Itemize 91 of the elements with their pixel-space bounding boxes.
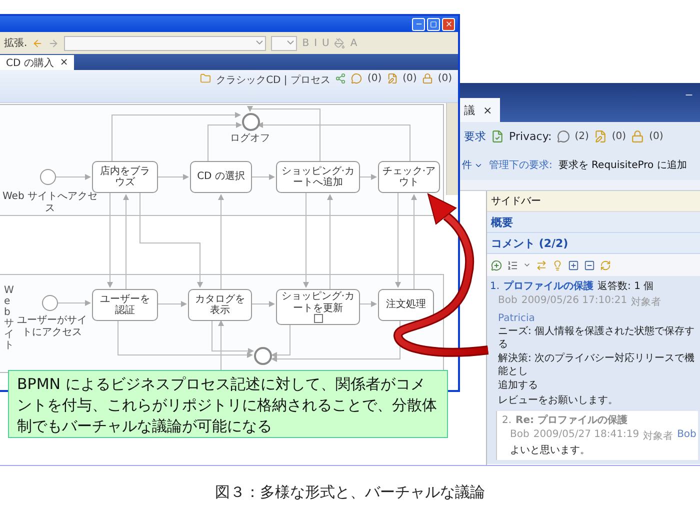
speech-bubble-icon[interactable] — [351, 73, 362, 84]
caret-icon[interactable] — [523, 261, 531, 269]
refresh-icon[interactable] — [600, 260, 611, 270]
paint-bucket-icon[interactable] — [334, 38, 346, 48]
close-icon — [444, 20, 452, 28]
maximize-button[interactable] — [427, 18, 440, 30]
flow-arrow — [158, 174, 189, 180]
lock-icon[interactable] — [422, 73, 433, 84]
add-comment-icon[interactable] — [491, 260, 502, 270]
process-label: クラシックCD | プロセス — [216, 74, 330, 87]
collapse-icon[interactable] — [584, 260, 595, 270]
flow-arrow — [360, 301, 377, 307]
lightbulb-icon[interactable] — [552, 260, 563, 270]
flow-arrow — [252, 301, 275, 307]
task-label: ショッピング·カートへ追加 — [280, 166, 356, 188]
font-dropdown[interactable] — [64, 36, 266, 50]
figure-caption: 図３：多様な形式と、バーチャルな議論 — [215, 483, 485, 502]
event-label: Web サイトへアクセス — [2, 191, 98, 214]
tab-label: 議 — [464, 102, 475, 118]
count-label: (0) — [402, 73, 417, 84]
comment-date: 2009/05/27 18:41:19 — [533, 429, 640, 442]
forward-arrow-icon[interactable] — [48, 38, 60, 48]
task-label: ユーザーを認証 — [99, 294, 151, 316]
size-dropdown[interactable] — [271, 36, 298, 50]
add-requirement-link[interactable]: 要求を RequisitePro に追加 — [558, 158, 687, 172]
list-icon[interactable] — [507, 260, 518, 270]
task-label: 注文処理 — [386, 299, 426, 311]
flow-arrow — [56, 174, 91, 180]
flow-arrow — [252, 174, 275, 180]
target-user-link[interactable]: Bob — [677, 429, 696, 443]
back-arrow-icon[interactable] — [32, 38, 44, 48]
count-label: (0) — [612, 130, 626, 142]
comment-text: ニーズ: 個人情報を保護された状態で保存する — [497, 326, 696, 351]
comment[interactable]: 2. Re: プロファイルの保護 Bob 2009/05/27 18:41:19 対象者 Bob よいと思います。 — [496, 411, 698, 460]
comment-date: 2009/05/26 17:10:21 — [521, 295, 628, 308]
comment-number: 2. — [502, 415, 512, 426]
comment-text: レビューをお願いします。 — [497, 394, 619, 407]
task-label: カタログを表示 — [194, 294, 246, 316]
document-check-icon[interactable] — [491, 130, 504, 142]
comment-text: 追加する — [497, 380, 539, 392]
tab-close-button[interactable]: × — [483, 104, 492, 116]
sidebar-title: サイドバー — [487, 191, 700, 212]
comment-text: 解決策: 次のプライバシー対応リリースで機能とし — [497, 353, 696, 378]
count-label: (2) — [574, 130, 589, 142]
lock-icon[interactable] — [631, 130, 644, 142]
callout-text: BPMN によるビジネスプロセス記述に対して、関係者がコメントを付与、これらがリポジトリに格納されることで、分散体制でもバーチャルな議論が可能になる — [8, 370, 448, 438]
comment[interactable]: 1. プロファイルの保護 返答数: 1 個 Bob 2009/05/26 17:10:21 対象者 Patricia ニーズ: 個人情報を保護された状態で保存する 解決策: 次のプライバシー対応リリースで機能とし 追加する レビューをお願いします。 2. Re: プロファイルの保護 Bob 2009/05/27 18:41:19 対象者 Bob よいと思います。 — [487, 276, 700, 464]
comment-author: Bob — [510, 429, 530, 442]
count-label: (0) — [367, 73, 382, 84]
menu-label[interactable]: 拡張. — [4, 36, 28, 50]
event-label: ログオフ — [229, 133, 271, 144]
expand-icon[interactable] — [568, 260, 579, 270]
speech-bubble-icon[interactable] — [556, 130, 570, 142]
managed-label: 管理下の要求: — [489, 158, 552, 172]
comment-title-link[interactable]: プロファイルの保護 — [504, 279, 594, 293]
task-label: 店内をブラウズ — [99, 166, 151, 188]
count-label: (0) — [438, 73, 452, 84]
lane-label: Web サイト — [4, 285, 14, 351]
target-label: 対象者 — [631, 296, 662, 309]
scrollbar[interactable] — [446, 103, 458, 195]
privacy-label: Privacy: — [509, 130, 552, 142]
tab-close-button[interactable]: × — [60, 57, 68, 68]
event-label: ユーザーがサイトにアクセス — [16, 315, 88, 338]
target-label: 対象者 — [643, 430, 674, 443]
comment-text: よいと思います。 — [509, 445, 591, 458]
count-label: (0) — [649, 130, 664, 142]
share-icon[interactable] — [335, 73, 346, 84]
menu-label[interactable]: 要求 — [464, 128, 486, 144]
section-header[interactable]: コメント (2/2) — [487, 233, 700, 254]
flow-arrow — [58, 300, 91, 306]
section-header[interactable]: 概要 — [487, 212, 700, 233]
folder-icon[interactable] — [200, 73, 212, 84]
document-pencil-icon[interactable] — [594, 130, 607, 142]
close-button[interactable] — [442, 18, 455, 30]
flow-arrow — [360, 174, 377, 180]
swap-arrows-icon[interactable] — [536, 260, 547, 270]
task-label: チェック·アウト — [382, 166, 436, 188]
tab-label: CD の購入 — [6, 56, 54, 70]
editor-tab[interactable]: 議 × — [460, 98, 500, 122]
task-label: CD の選択 — [197, 171, 245, 183]
comment-title-link[interactable]: Re: プロファイルの保護 — [516, 413, 628, 427]
reply-count: 返答数: 1 個 — [598, 280, 654, 293]
task-label: ショッピング·カートを更新 — [280, 291, 356, 314]
flow-arrow — [158, 301, 187, 307]
minimize-button[interactable] — [412, 18, 425, 30]
menu-button[interactable]: 件 — [462, 158, 483, 172]
comment-number: 1. — [490, 281, 500, 292]
document-pencil-icon[interactable] — [386, 73, 398, 84]
editor-tab[interactable]: CD の購入 × — [0, 55, 74, 70]
maximize-icon — [430, 20, 437, 28]
comment-author: Bob — [498, 295, 518, 308]
